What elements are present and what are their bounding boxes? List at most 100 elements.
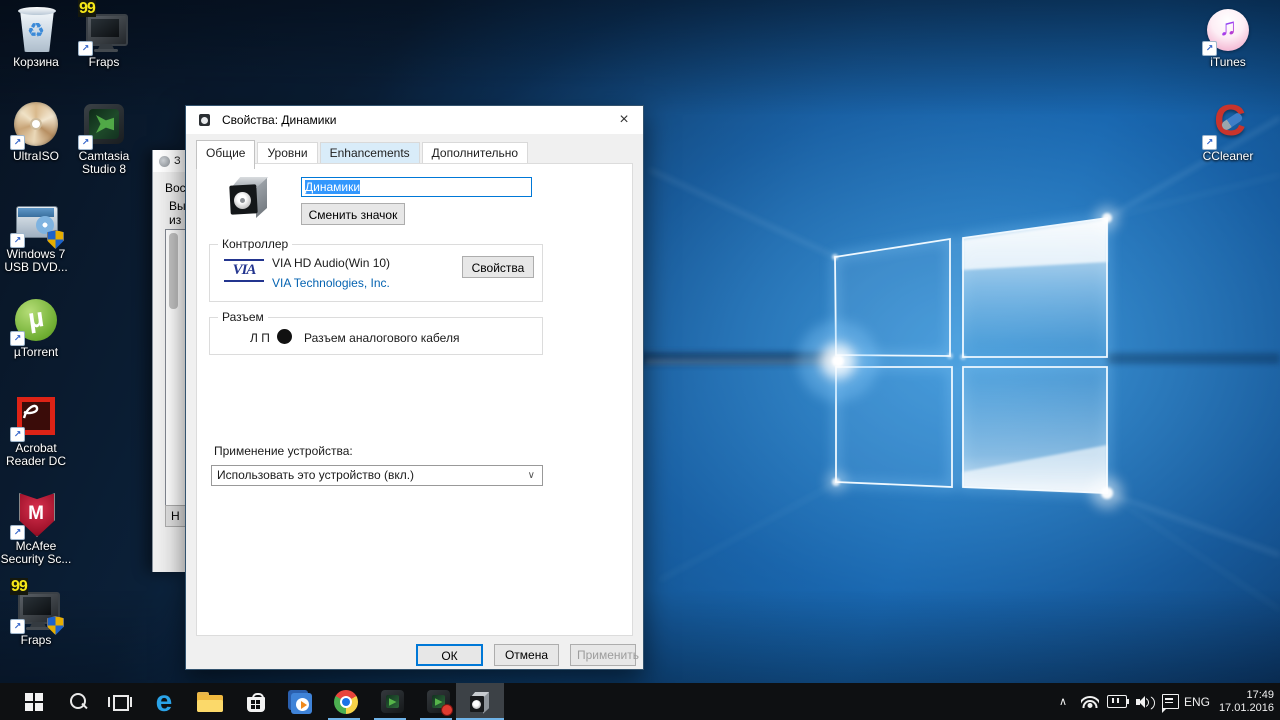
speaker-icon	[159, 156, 170, 167]
shortcut-arrow-icon: ↗	[10, 619, 25, 634]
list-item-edge	[169, 233, 178, 309]
tab-levels[interactable]: Уровни	[257, 142, 318, 165]
sound-window-titlebar: З	[153, 150, 187, 172]
recycle-bin-icon: ♻	[12, 6, 60, 54]
taskbar-search-button[interactable]	[56, 683, 100, 720]
desktop-icon-label: Windows 7 USB DVD...	[4, 247, 68, 274]
chrome-icon	[334, 689, 358, 714]
jack-channels: Л П	[250, 331, 270, 345]
shortcut-arrow-icon: ↗	[10, 135, 25, 150]
taskbar-camtasia-recorder[interactable]	[416, 683, 460, 720]
desktop-icon-fraps-2[interactable]: 99 ↗ Fraps	[0, 578, 74, 647]
dialog-titlebar[interactable]: Свойства: Динамики ×	[186, 106, 643, 134]
edge-icon: e	[155, 684, 173, 718]
taskbar-movies-tv[interactable]	[278, 683, 322, 720]
device-usage-selected-value: Использовать это устройство (вкл.)	[217, 468, 415, 482]
via-logo-icon: VIA	[224, 259, 264, 282]
shortcut-arrow-icon: ↗	[78, 41, 93, 56]
task-view-button[interactable]	[98, 683, 142, 720]
jack-description: Разъем аналогового кабеля	[304, 331, 460, 345]
camtasia-icon	[380, 690, 404, 713]
change-icon-button[interactable]: Сменить значок	[301, 203, 405, 225]
ccleaner-icon: C ↗	[1202, 96, 1252, 150]
desktop: ♻ Корзина ↗ UltraISO ↗ Windows 7 USB DVD…	[0, 0, 1280, 720]
desktop-icon-itunes[interactable]: ♫ ↗ iTunes	[1190, 6, 1266, 69]
desktop-icon-mcafee[interactable]: M ↗ McAfee Security Sc...	[0, 490, 74, 566]
desktop-icon-camtasia[interactable]: ↗ Camtasia Studio 8	[66, 100, 142, 176]
playback-tab-fragment[interactable]: Вос	[165, 181, 186, 195]
shortcut-arrow-icon: ↗	[10, 427, 25, 442]
device-usage-select[interactable]: Использовать это устройство (вкл.) ∨	[211, 465, 543, 486]
desktop-icon-label: µTorrent	[13, 345, 59, 359]
camtasia-icon: ↗	[78, 100, 128, 150]
ok-button[interactable]: ОК	[416, 644, 483, 666]
taskbar-edge[interactable]: e	[142, 683, 186, 720]
desktop-icon-label: McAfee Security Sc...	[0, 539, 72, 566]
fraps-icon: 99 ↗	[78, 0, 128, 56]
controller-properties-button[interactable]: Свойства	[462, 256, 534, 278]
sound-window-text-fragment: Вы	[169, 199, 186, 213]
desktop-icon-utorrent[interactable]: µ ↗ µTorrent	[0, 296, 74, 359]
dialog-title: Свойства: Динамики	[222, 113, 337, 127]
tray-volume[interactable]	[1132, 683, 1158, 720]
tray-expand-button[interactable]: ∧	[1052, 683, 1074, 720]
tray-date: 17.01.2016	[1218, 701, 1274, 714]
tray-wifi[interactable]	[1078, 683, 1102, 720]
itunes-icon: ♫ ↗	[1202, 6, 1252, 56]
desktop-icon-acrobat-reader[interactable]: ↗ Acrobat Reader DC	[0, 392, 74, 468]
taskbar-camtasia-studio[interactable]	[370, 683, 414, 720]
start-button[interactable]	[12, 683, 56, 720]
desktop-icon-windows7-usb-dvd[interactable]: ↗ Windows 7 USB DVD...	[0, 198, 74, 274]
device-usage-label: Применение устройства:	[214, 444, 353, 458]
utorrent-icon: µ ↗	[10, 296, 60, 346]
sound-window-partial[interactable]: З Вос Вы из Н	[152, 150, 187, 572]
store-bag-icon	[245, 691, 267, 713]
chevron-up-icon: ∧	[1058, 696, 1068, 708]
clock[interactable]: 17:49 17.01.2016	[1212, 683, 1274, 720]
tab-page-general: Динамики Сменить значок Контроллер VIA V…	[196, 163, 633, 636]
folder-icon	[197, 691, 223, 712]
shortcut-arrow-icon: ↗	[78, 135, 93, 150]
language-indicator[interactable]: ENG	[1180, 683, 1214, 720]
taskbar-store[interactable]	[234, 683, 278, 720]
shortcut-arrow-icon: ↗	[10, 331, 25, 346]
task-view-icon	[108, 693, 132, 711]
vendor-link[interactable]: VIA Technologies, Inc.	[272, 276, 390, 290]
tray-power[interactable]	[1104, 683, 1130, 720]
taskbar-file-explorer[interactable]	[188, 683, 232, 720]
shortcut-arrow-icon: ↗	[10, 233, 25, 248]
speaker-properties-dialog: Свойства: Динамики × Общие Уровни Enhanc…	[185, 105, 644, 670]
cancel-button[interactable]: Отмена	[494, 644, 559, 666]
shortcut-arrow-icon: ↗	[1202, 41, 1217, 56]
desktop-icon-ccleaner[interactable]: C ↗ CCleaner	[1190, 96, 1266, 163]
tab-advanced[interactable]: Дополнительно	[421, 142, 529, 165]
desktop-icon-label: iTunes	[1210, 55, 1246, 69]
tab-general[interactable]: Общие	[196, 140, 256, 169]
speaker-icon	[198, 113, 212, 127]
windows7-usb-dvd-icon: ↗	[10, 198, 64, 249]
controller-group-title: Контроллер	[218, 237, 293, 251]
configure-button-fragment[interactable]: Н	[165, 505, 187, 527]
device-name-input[interactable]: Динамики	[301, 177, 532, 197]
desktop-icon-ultraiso[interactable]: ↗ UltraISO	[0, 100, 74, 163]
taskbar: e ∧ ENG 17:49 17.01.2016	[0, 683, 1280, 720]
speaker-icon	[468, 690, 492, 714]
recording-badge	[440, 704, 453, 716]
speaker-volume-icon	[1136, 695, 1155, 710]
apply-button[interactable]: Применить	[570, 644, 639, 666]
desktop-icon-recycle-bin[interactable]: ♻ Корзина	[0, 6, 74, 69]
desktop-icon-fraps[interactable]: 99 ↗ Fraps	[66, 0, 142, 69]
desktop-icon-label: CCleaner	[1202, 149, 1254, 163]
desktop-icon-label: Camtasia Studio 8	[78, 149, 130, 176]
close-icon[interactable]: ×	[609, 108, 639, 132]
taskbar-speakers-properties-active[interactable]	[456, 683, 504, 720]
power-plug-icon	[1107, 695, 1129, 708]
taskbar-chrome[interactable]	[324, 683, 368, 720]
dialog-tabs: Общие Уровни Enhancements Дополнительно	[196, 140, 530, 169]
action-center-button[interactable]	[1158, 683, 1182, 720]
desktop-icon-label: Корзина	[13, 55, 59, 69]
playback-devices-list[interactable]	[165, 229, 187, 509]
tab-enhancements[interactable]: Enhancements	[319, 142, 420, 165]
desktop-icon-label: UltraISO	[12, 149, 59, 163]
search-icon	[67, 691, 89, 713]
